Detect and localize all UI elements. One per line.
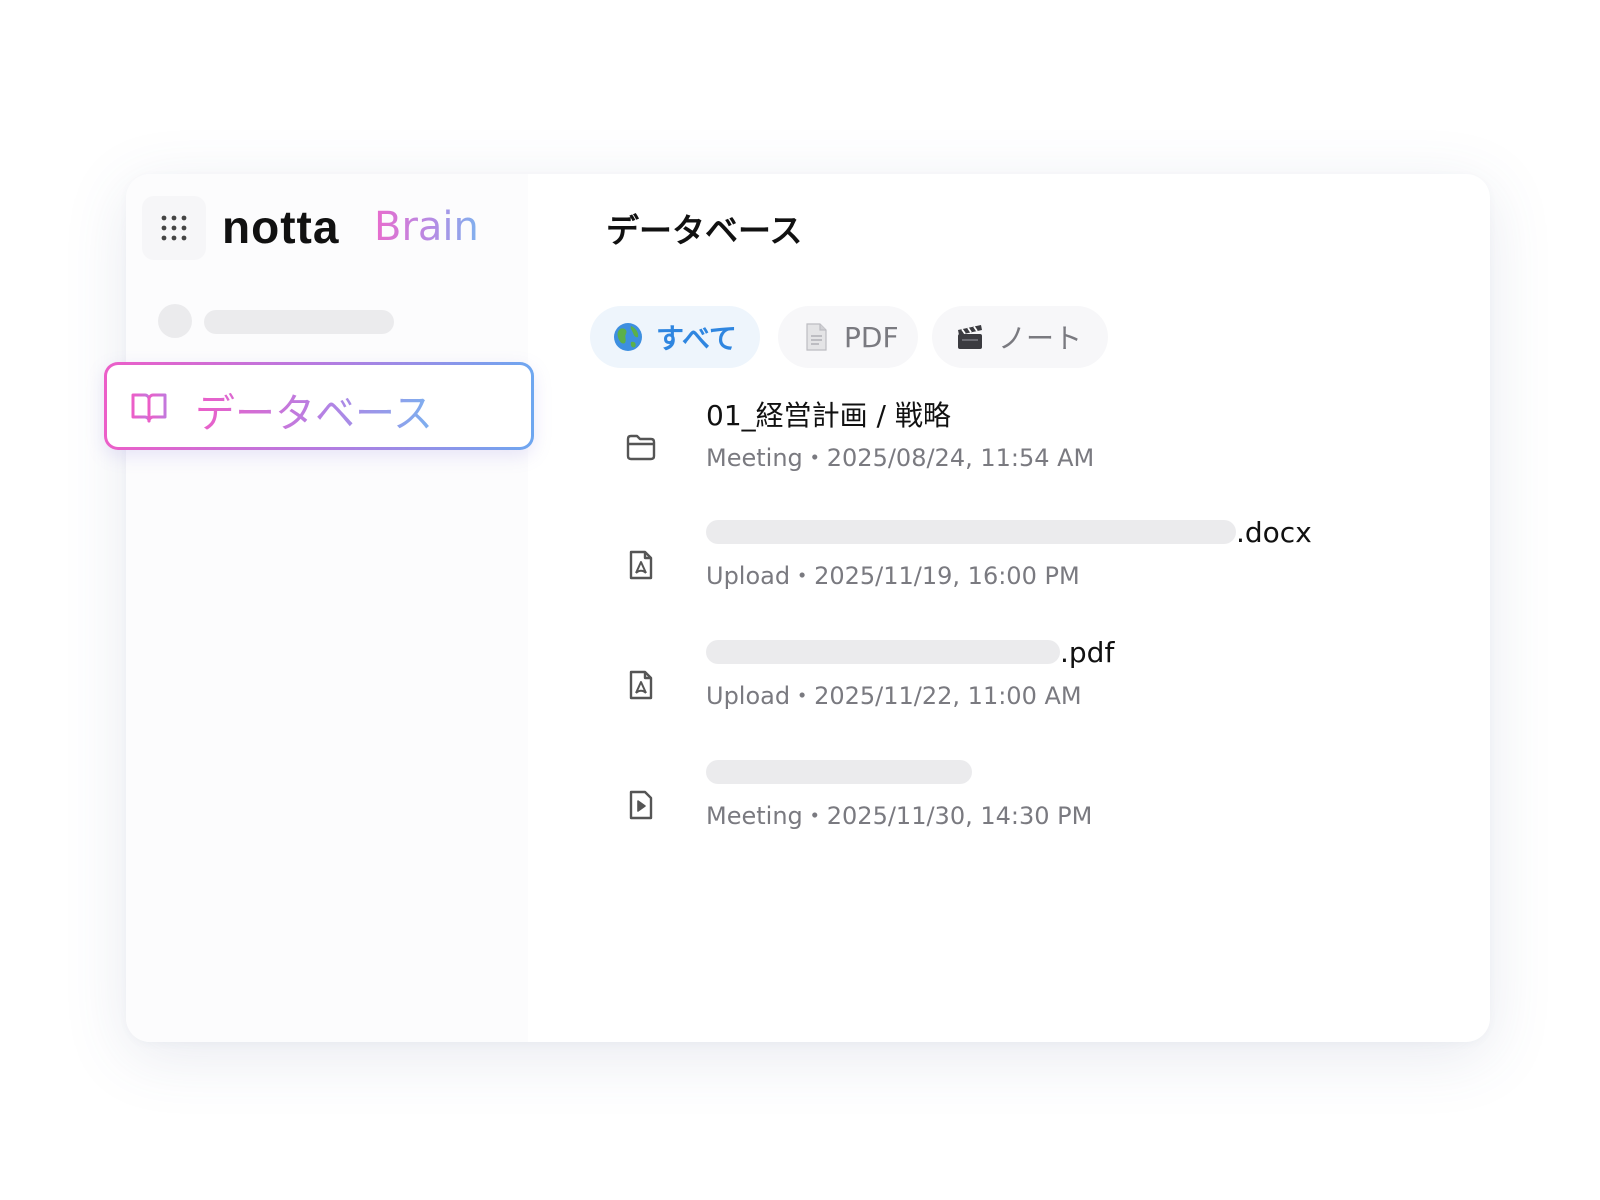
redacted-filename: [706, 520, 1236, 544]
redacted-filename: [706, 760, 972, 784]
file-extension: .docx: [1236, 515, 1312, 549]
item-title: .docx: [706, 512, 1312, 552]
sidebar-item-database[interactable]: データベース: [104, 362, 534, 450]
apps-grid-button[interactable]: [142, 196, 206, 260]
filter-all-label: すべて: [656, 322, 737, 355]
filter-note-label: ノート: [998, 322, 1083, 355]
list-item[interactable]: 01_経営計画 / 戦略 Meeting・2025/08/24, 11:54 A…: [608, 394, 1468, 494]
clapper-icon: [954, 321, 986, 353]
logo-notta: notta: [222, 201, 340, 253]
sidebar: notta Brain データベース: [104, 174, 534, 1042]
filter-pdf-label: PDF: [844, 320, 899, 354]
item-title: 01_経営計画 / 戦略: [706, 394, 951, 434]
file-extension: .pdf: [1060, 635, 1115, 669]
item-title: [706, 752, 972, 792]
item-meta: Meeting・2025/08/24, 11:54 AM: [706, 444, 1095, 472]
user-name-placeholder: [204, 310, 394, 334]
document-icon: [800, 321, 832, 353]
grid-dots-icon: [161, 215, 187, 241]
item-meta: Upload・2025/11/22, 11:00 AM: [706, 682, 1082, 710]
avatar[interactable]: [158, 304, 192, 338]
logo-brain: Brain: [374, 204, 479, 250]
page-title: データベース: [606, 211, 803, 250]
video-file-icon: [624, 788, 658, 822]
globe-icon: [612, 321, 644, 353]
pdf-file-icon: [624, 668, 658, 702]
filter-note[interactable]: ノート: [932, 306, 1108, 368]
item-title: .pdf: [706, 632, 1114, 672]
list-item[interactable]: Meeting・2025/11/30, 14:30 PM: [608, 752, 1468, 852]
redacted-filename: [706, 640, 1060, 664]
book-icon: [131, 393, 167, 423]
pdf-file-icon: [624, 548, 658, 582]
list-item[interactable]: .docx Upload・2025/11/19, 16:00 PM: [608, 512, 1468, 612]
item-meta: Meeting・2025/11/30, 14:30 PM: [706, 802, 1093, 830]
filter-pdf[interactable]: PDF: [778, 306, 918, 368]
main-content: データベース すべて PDF ノート 01_経営計画 / 戦略 Meeting・…: [528, 174, 1490, 1042]
folder-icon: [624, 430, 658, 464]
item-meta: Upload・2025/11/19, 16:00 PM: [706, 562, 1080, 590]
sidebar-item-label: データベース: [195, 381, 433, 439]
filter-all[interactable]: すべて: [590, 306, 760, 368]
list-item[interactable]: .pdf Upload・2025/11/22, 11:00 AM: [608, 632, 1468, 732]
item-title-text: 01_経営計画 / 戦略: [706, 399, 951, 432]
app-window: notta Brain データベース データベース すべて PDF ノート 01…: [104, 174, 1490, 1042]
